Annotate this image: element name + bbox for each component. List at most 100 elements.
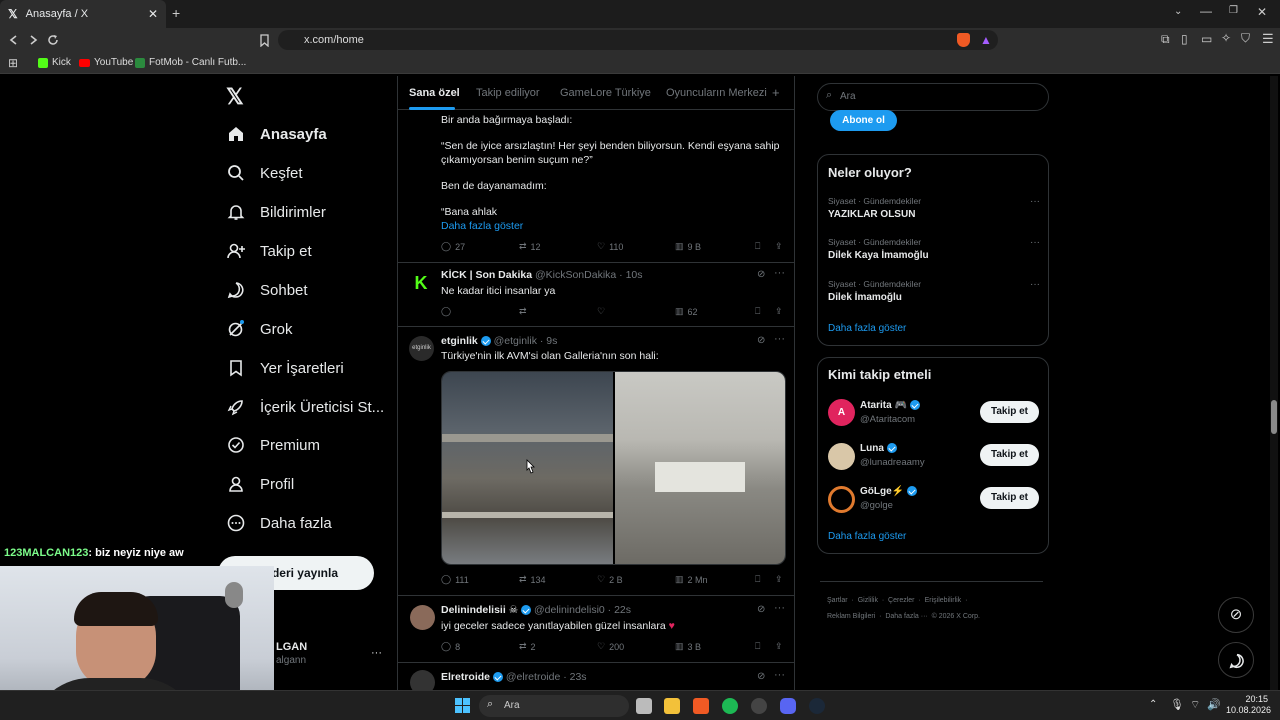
reply-button[interactable]: ◯ 8 bbox=[441, 641, 460, 652]
author-name[interactable]: Delinindelisii bbox=[441, 604, 506, 616]
nav-follow[interactable]: Takip et bbox=[226, 241, 312, 261]
show-more-link[interactable]: Daha fazla göster bbox=[441, 219, 787, 233]
repost-button[interactable]: ⇄ 2 bbox=[519, 641, 536, 652]
follow-button[interactable]: Takip et bbox=[980, 487, 1039, 509]
apps-grid-icon[interactable]: ⊞ bbox=[8, 56, 18, 70]
bookmark-button[interactable]: ⎕ bbox=[755, 574, 760, 585]
task-view-icon[interactable] bbox=[636, 698, 652, 714]
reply-button[interactable]: ◯ bbox=[441, 306, 451, 317]
trend-item[interactable]: Siyaset · Gündemdekiler Dilek İmamoğlu ·… bbox=[828, 279, 1040, 303]
brave-shield-icon[interactable] bbox=[957, 33, 970, 47]
url-input[interactable]: x.com/home bbox=[278, 30, 998, 50]
follow-button[interactable]: Takip et bbox=[980, 444, 1039, 466]
more-dots-icon[interactable]: ··· bbox=[774, 267, 785, 279]
wallet-icon[interactable]: ▭ bbox=[1201, 32, 1212, 46]
back-icon[interactable] bbox=[8, 34, 20, 46]
maximize-icon[interactable]: ❐ bbox=[1229, 5, 1238, 16]
spotify-icon[interactable] bbox=[722, 698, 738, 714]
forward-icon[interactable] bbox=[27, 34, 39, 46]
tab-oyuncularin-merkezi[interactable]: Oyuncuların Merkezi bbox=[666, 87, 767, 99]
author-handle[interactable]: @elretroide bbox=[506, 671, 560, 683]
avatar[interactable] bbox=[828, 443, 855, 470]
more-dots-icon[interactable]: ··· bbox=[1030, 237, 1040, 248]
views-button[interactable]: ▥ 2 Mn bbox=[675, 574, 708, 585]
sidebar-icon[interactable]: ▯ bbox=[1181, 32, 1188, 46]
nav-chat[interactable]: Sohbet bbox=[226, 280, 308, 300]
author-name[interactable]: etginlik bbox=[441, 335, 478, 347]
trend-item[interactable]: Siyaset · Gündemdekiler YAZIKLAR OLSUN ·… bbox=[828, 196, 1040, 220]
author-handle[interactable]: @delinindelisi0 bbox=[534, 604, 605, 616]
follow-button[interactable]: Takip et bbox=[980, 401, 1039, 423]
nav-profile[interactable]: Profil bbox=[226, 474, 294, 494]
chevron-up-icon[interactable]: ⌃ bbox=[1149, 699, 1157, 710]
tweet-time[interactable]: · 9s bbox=[540, 335, 558, 347]
microphone-icon[interactable]: 🎙 bbox=[1170, 698, 1184, 711]
nav-explore[interactable]: Keşfet bbox=[226, 163, 303, 183]
brave-browser-icon[interactable] bbox=[693, 698, 709, 714]
share-button[interactable]: ⇪ bbox=[775, 306, 783, 317]
views-button[interactable]: ▥ 9 B bbox=[675, 241, 701, 252]
avatar[interactable]: K bbox=[410, 272, 432, 294]
like-button[interactable]: ♡ bbox=[597, 306, 605, 317]
follow-name[interactable]: GöLge⚡ bbox=[860, 486, 917, 497]
follow-show-more[interactable]: Daha fazla göster bbox=[828, 531, 906, 542]
repost-button[interactable]: ⇄ bbox=[519, 306, 527, 317]
wifi-icon[interactable]: ⌔ bbox=[1190, 698, 1200, 712]
nav-home[interactable]: Anasayfa bbox=[226, 124, 327, 144]
bookmark-fotmob[interactable]: FotMob - Canlı Futb... bbox=[135, 57, 246, 68]
messages-floating-button[interactable] bbox=[1218, 642, 1254, 678]
bookmark-youtube[interactable]: YouTube bbox=[79, 57, 133, 68]
nav-more[interactable]: Daha fazla bbox=[226, 513, 332, 533]
leo-ai-icon[interactable]: ✧ bbox=[1221, 31, 1231, 45]
follow-name[interactable]: Atarita 🎮 bbox=[860, 400, 920, 411]
like-button[interactable]: ♡ 110 bbox=[597, 241, 623, 252]
tweet-time[interactable]: · 10s bbox=[619, 269, 642, 281]
author-name[interactable]: KİCK | Son Dakika bbox=[441, 269, 532, 281]
media-image-empty-hall[interactable] bbox=[615, 372, 785, 564]
avatar[interactable] bbox=[828, 486, 855, 513]
brave-rewards-icon[interactable]: ▲ bbox=[980, 33, 992, 47]
tab-for-you[interactable]: Sana özel bbox=[409, 87, 460, 99]
extensions-icon[interactable]: ⧉ bbox=[1161, 32, 1170, 47]
bookmark-button[interactable]: ⎕ bbox=[755, 241, 760, 252]
subscribe-button[interactable]: Abone ol bbox=[830, 110, 897, 131]
clock[interactable]: 20:15 10.08.2026 bbox=[1226, 694, 1271, 716]
chevron-down-icon[interactable]: ⌄ bbox=[1174, 6, 1182, 17]
footer-links[interactable]: Şartlar · Gizlilik · Çerezler · Erişileb… bbox=[827, 597, 967, 604]
windows-start-icon[interactable] bbox=[455, 698, 470, 713]
tab-gamelore[interactable]: GameLore Türkiye bbox=[560, 87, 651, 99]
vpn-shield-icon[interactable]: ⛉ bbox=[1241, 31, 1250, 46]
author-name[interactable]: Elretroide bbox=[441, 671, 490, 683]
tab-following[interactable]: Takip ediliyor bbox=[476, 87, 540, 99]
share-button[interactable]: ⇪ bbox=[775, 641, 783, 652]
nav-notifications[interactable]: Bildirimler bbox=[226, 202, 326, 222]
more-dots-icon[interactable]: ··· bbox=[774, 602, 785, 614]
volume-icon[interactable]: 🔊 bbox=[1207, 698, 1221, 711]
footer-links[interactable]: Reklam Bilgileri · Daha fazla ··· © 2026… bbox=[827, 613, 980, 620]
tweet-time[interactable]: · 23s bbox=[563, 671, 586, 683]
file-explorer-icon[interactable] bbox=[664, 698, 680, 714]
views-button[interactable]: ▥ 3 B bbox=[675, 641, 701, 652]
trend-item[interactable]: Siyaset · Gündemdekiler Dilek Kaya İmamo… bbox=[828, 237, 1040, 261]
repost-button[interactable]: ⇄ 12 bbox=[519, 241, 541, 252]
share-button[interactable]: ⇪ bbox=[775, 574, 783, 585]
avatar[interactable]: etginlik bbox=[409, 336, 434, 361]
more-dots-icon[interactable]: ··· bbox=[1030, 279, 1040, 290]
more-dots-icon[interactable]: ··· bbox=[1030, 196, 1040, 207]
more-dots-icon[interactable]: ··· bbox=[774, 669, 785, 681]
bookmark-kick[interactable]: Kick bbox=[38, 57, 71, 68]
nav-grok[interactable]: Grok bbox=[226, 319, 293, 339]
follow-name[interactable]: Luna bbox=[860, 443, 897, 454]
grok-icon[interactable]: ⊘ bbox=[757, 604, 765, 615]
obs-icon[interactable] bbox=[751, 698, 767, 714]
close-tab-icon[interactable]: ✕ bbox=[148, 7, 158, 21]
scrollbar-track[interactable] bbox=[1270, 76, 1278, 690]
avatar[interactable] bbox=[410, 605, 435, 630]
new-tab-icon[interactable]: + bbox=[172, 5, 180, 21]
repost-button[interactable]: ⇄ 134 bbox=[519, 574, 546, 585]
share-button[interactable]: ⇪ bbox=[775, 241, 783, 252]
reply-button[interactable]: ◯ 27 bbox=[441, 241, 465, 252]
account-switcher[interactable]: LGAN algann ··· bbox=[276, 641, 386, 671]
grok-floating-button[interactable]: ⊘ bbox=[1218, 597, 1254, 633]
close-window-icon[interactable]: ✕ bbox=[1257, 5, 1267, 19]
